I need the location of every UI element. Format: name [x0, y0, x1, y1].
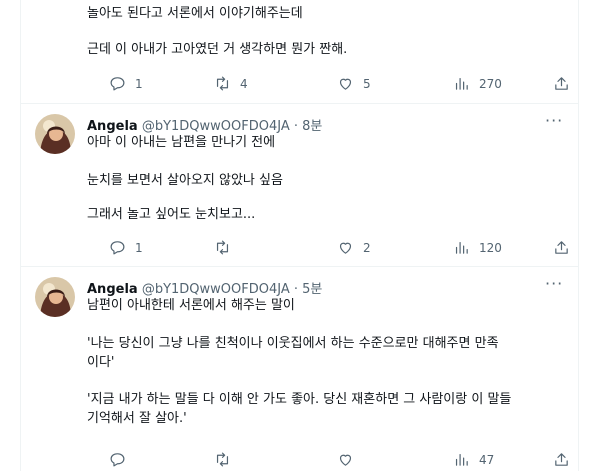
reply-icon: [110, 77, 125, 91]
timestamp[interactable]: · 5분: [294, 282, 323, 297]
reply-count: 1: [135, 76, 143, 91]
like-count: 5: [363, 76, 371, 91]
like-button[interactable]: 2: [337, 239, 371, 256]
more-icon: ···: [545, 111, 564, 130]
tweet-text-line: '지금 내가 하는 말들 다 이해 안 가도 좋아. 당신 재혼하면 그 사람이…: [87, 392, 512, 407]
tweet-actions: 1 2 120: [87, 239, 570, 259]
display-name[interactable]: Angela: [87, 119, 138, 134]
retweet-button[interactable]: [214, 239, 240, 256]
tweet-3[interactable]: Angela @bY1DQwwOOFDO4JA · 5분 ··· 남편이 아내한…: [21, 267, 578, 471]
tweet-actions: 47: [87, 451, 570, 471]
reply-button[interactable]: 1: [109, 75, 143, 92]
retweet-button[interactable]: 4: [214, 75, 248, 92]
retweet-count: 4: [240, 76, 248, 91]
tweet-text-line: 아마 이 아내는 남편을 만나기 전에: [87, 135, 276, 150]
tweet-text-line: 눈치를 보면서 살아오지 않았나 싶음: [87, 173, 283, 188]
views-count: 47: [479, 452, 495, 467]
reply-button[interactable]: [109, 451, 135, 468]
views-icon: [455, 453, 468, 466]
reply-count: 1: [135, 240, 143, 255]
avatar[interactable]: [35, 114, 75, 154]
tweet-text-line: 이다': [87, 355, 115, 370]
tweet-text-line: 남편이 아내한테 서론에서 해주는 말이: [87, 298, 295, 313]
tweet-2[interactable]: Angela @bY1DQwwOOFDO4JA · 8분 ··· 아마 이 아내…: [21, 104, 578, 266]
timestamp[interactable]: · 8분: [294, 119, 323, 134]
reply-icon: [110, 453, 125, 467]
like-icon: [339, 242, 352, 254]
tweet-header: Angela @bY1DQwwOOFDO4JA · 5분: [87, 278, 322, 297]
tweet-header: Angela @bY1DQwwOOFDO4JA · 8분: [87, 115, 322, 134]
like-button[interactable]: [337, 451, 363, 468]
share-button[interactable]: [553, 451, 570, 468]
tweet-1[interactable]: 놀아도 된다고 서론에서 이야기해주는데 근데 이 아내가 고아였던 거 생각하…: [21, 0, 578, 103]
like-count: 2: [363, 240, 371, 255]
views-button[interactable]: 47: [453, 451, 494, 468]
share-icon: [555, 77, 568, 90]
like-icon: [339, 454, 352, 466]
like-icon: [339, 78, 352, 90]
views-button[interactable]: 270: [453, 75, 502, 92]
share-button[interactable]: [553, 239, 570, 256]
views-icon: [455, 77, 468, 90]
tweet-text-line: 근데 이 아내가 고아였던 거 생각하면 뭔가 짠해.: [87, 42, 348, 57]
more-icon: ···: [545, 274, 564, 293]
views-count: 120: [479, 240, 502, 255]
tweet-actions: 1 4 5 270: [87, 75, 570, 95]
like-button[interactable]: 5: [337, 75, 371, 92]
retweet-button[interactable]: [214, 451, 240, 468]
tweet-text-line: 기억해서 잘 살아.': [87, 411, 187, 426]
display-name[interactable]: Angela: [87, 282, 138, 297]
avatar[interactable]: [35, 277, 75, 317]
reply-icon: [110, 241, 125, 255]
views-count: 270: [479, 76, 502, 91]
tweet-text-line: 놀아도 된다고 서론에서 이야기해주는데: [87, 6, 303, 21]
more-button[interactable]: ···: [545, 111, 563, 130]
reply-button[interactable]: 1: [109, 239, 143, 256]
timeline-right-border: [578, 0, 579, 471]
views-icon: [455, 241, 468, 254]
user-handle[interactable]: @bY1DQwwOOFDO4JA: [142, 282, 290, 297]
retweet-icon: [216, 240, 229, 255]
share-icon: [555, 453, 568, 466]
retweet-icon: [216, 76, 229, 91]
user-handle[interactable]: @bY1DQwwOOFDO4JA: [142, 119, 290, 134]
tweet-text-line: 그래서 놀고 싶어도 눈치보고...: [87, 207, 256, 222]
views-button[interactable]: 120: [453, 239, 502, 256]
share-icon: [555, 241, 568, 254]
tweet-text-line: '나는 당신이 그냥 나를 친척이나 이웃집에서 하는 수준으로만 대해주면 만…: [87, 336, 499, 351]
share-button[interactable]: [553, 75, 570, 92]
retweet-icon: [216, 452, 229, 467]
more-button[interactable]: ···: [545, 274, 563, 293]
